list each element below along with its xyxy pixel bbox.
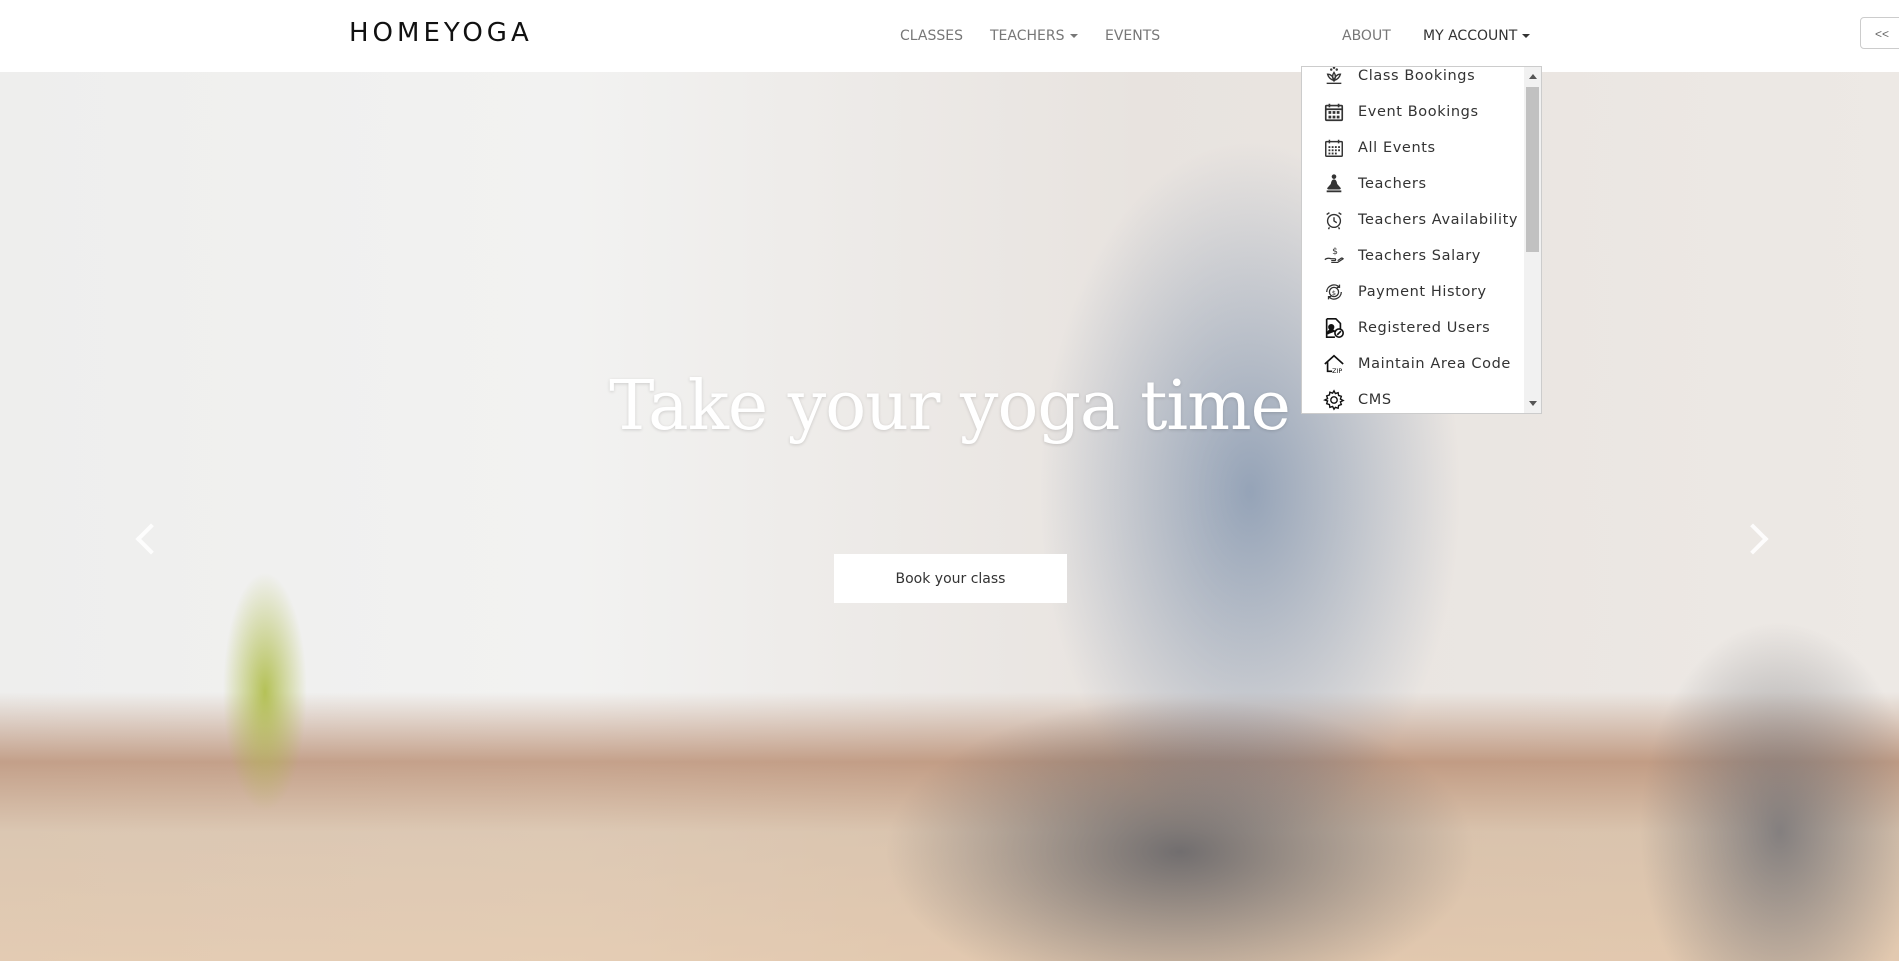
menu-item-event-bookings[interactable]: Event Bookings [1302,94,1524,130]
carousel-prev-icon[interactable] [135,523,167,555]
nav-classes[interactable]: CLASSES [900,28,963,44]
menu-item-label: Event Bookings [1358,104,1479,120]
alarm-clock-icon [1322,208,1346,232]
menu-item-label: Maintain Area Code [1358,356,1511,372]
svg-text:$: $ [1332,289,1336,297]
nav-my-account-label: MY ACCOUNT [1423,28,1518,44]
site-logo[interactable]: HOMEYOGA [349,18,533,48]
carousel-next-icon[interactable] [1737,523,1769,555]
lotus-icon [1322,67,1346,88]
hand-dollar-icon: $ [1322,244,1346,268]
svg-text:$: $ [1332,246,1338,257]
menu-item-label: Registered Users [1358,320,1491,336]
scroll-up-arrow-icon[interactable] [1529,74,1537,79]
nav-about-label: ABOUT [1342,28,1391,44]
nav-teachers-label: TEACHERS [990,28,1065,44]
payment-cycle-icon: $ [1322,280,1346,304]
nav-my-account[interactable]: MY ACCOUNT [1423,28,1531,44]
nav-about[interactable]: ABOUT [1342,28,1391,44]
book-class-button[interactable]: Book your class [834,554,1067,603]
nav-events[interactable]: EVENTS [1105,28,1160,44]
collapse-button[interactable]: << [1860,17,1899,49]
nav-teachers[interactable]: TEACHERS [990,28,1078,44]
menu-item-cms[interactable]: CMS [1302,382,1524,413]
menu-item-maintain-area-code[interactable]: ZIP Maintain Area Code [1302,346,1524,382]
caret-down-icon [1069,34,1078,38]
caret-down-icon [1522,34,1531,38]
menu-item-label: Payment History [1358,284,1487,300]
hero-title: Take your yoga time [609,367,1291,446]
account-dropdown-menu: Class Bookings Event Bookings All Events… [1301,66,1542,414]
menu-item-teachers-availability[interactable]: Teachers Availability [1302,202,1524,238]
menu-item-label: Class Bookings [1358,68,1476,84]
scroll-down-arrow-icon[interactable] [1529,401,1537,406]
hero-carousel: Take your yoga time Book your class [0,72,1899,961]
site-header: HOMEYOGA CLASSES TEACHERS EVENTS ABOUT M… [0,0,1899,72]
nav-classes-label: CLASSES [900,28,963,44]
menu-item-all-events[interactable]: All Events [1302,130,1524,166]
zip-house-icon: ZIP [1322,352,1346,376]
menu-item-registered-users[interactable]: Registered Users [1302,310,1524,346]
svg-text:ZIP: ZIP [1332,367,1342,375]
scrollbar-thumb[interactable] [1526,87,1539,252]
menu-item-teachers[interactable]: Teachers [1302,166,1524,202]
nav-events-label: EVENTS [1105,28,1161,44]
menu-item-class-bookings[interactable]: Class Bookings [1302,67,1524,94]
menu-item-label: Teachers Availability [1358,212,1519,228]
menu-item-label: Teachers [1358,176,1427,192]
menu-item-teachers-salary[interactable]: $ Teachers Salary [1302,238,1524,274]
meditation-icon [1322,172,1346,196]
menu-item-label: CMS [1358,392,1392,408]
menu-item-payment-history[interactable]: $ Payment History [1302,274,1524,310]
user-file-icon [1322,316,1346,340]
gear-icon [1322,388,1346,412]
calendar-icon [1322,100,1346,124]
menu-item-label: All Events [1358,140,1436,156]
calendar-grid-icon [1322,136,1346,160]
menu-item-label: Teachers Salary [1358,248,1481,264]
dropdown-scrollbar[interactable] [1524,67,1541,413]
